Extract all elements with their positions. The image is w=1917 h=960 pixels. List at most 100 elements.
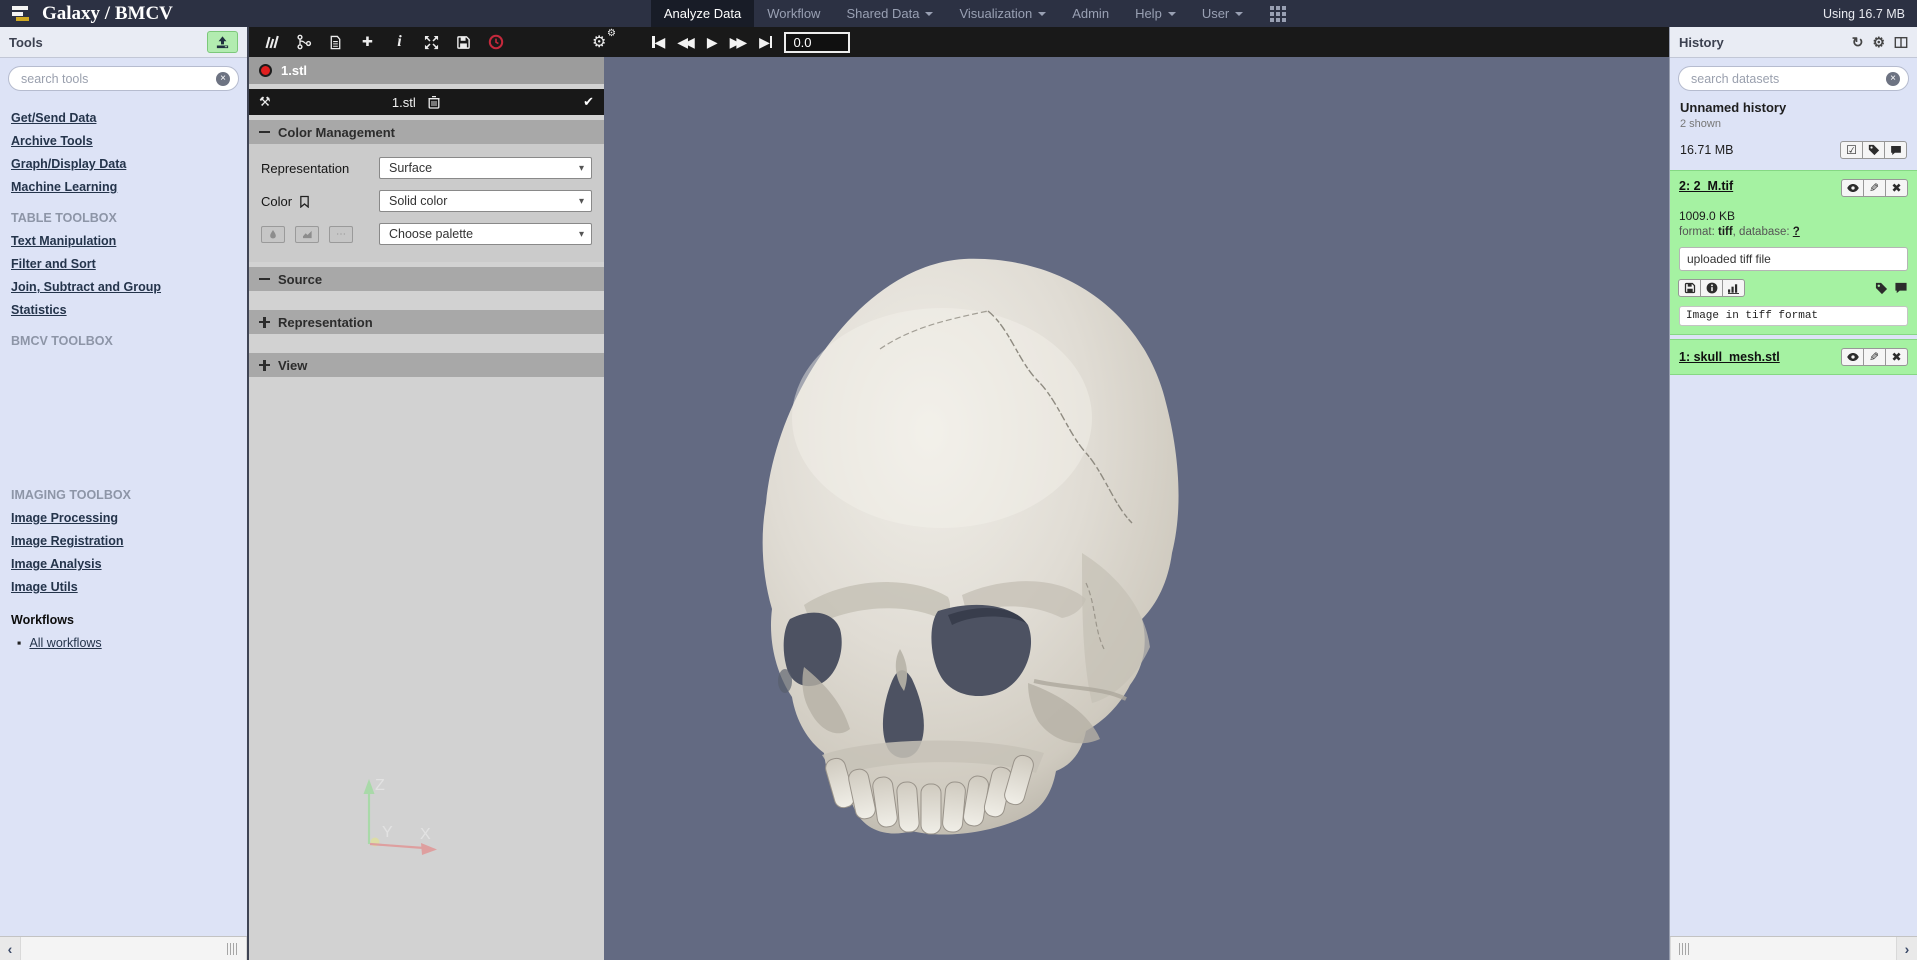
download-save-button[interactable] [1678, 279, 1701, 297]
area-chart-button[interactable] [295, 226, 319, 243]
history-meta: Unnamed history 2 shown 16.71 MB ☑ [1670, 95, 1917, 170]
dataset-size: 1009.0 KB [1679, 209, 1908, 223]
dataset-item-1[interactable]: 1: skull_mesh.stl ✎ ✖ [1670, 339, 1917, 375]
tools-search-clear-icon[interactable]: × [216, 72, 230, 86]
settings-gears-icon[interactable]: ⚙⚙ [592, 32, 616, 52]
all-workflows-link[interactable]: All workflows [17, 636, 236, 650]
tool-section-link[interactable]: Image Processing [11, 511, 236, 525]
color-mode-select[interactable]: Solid color [379, 190, 592, 212]
edit-pencil-button[interactable]: ✎ [1863, 179, 1886, 197]
skip-to-end-button[interactable]: ▶ [759, 35, 772, 49]
section-source[interactable]: Source [249, 267, 604, 291]
dataset-annotation-icon[interactable] [1894, 282, 1908, 294]
nav-shared-data[interactable]: Shared Data [833, 0, 946, 27]
droplet-button[interactable] [261, 226, 285, 243]
clock-icon[interactable] [487, 34, 504, 51]
upload-button[interactable] [207, 31, 238, 53]
time-value-input[interactable] [784, 32, 850, 53]
history-size: 16.71 MB [1680, 143, 1734, 157]
tool-section-link[interactable]: Archive Tools [11, 134, 236, 148]
history-options-gear-icon[interactable]: ⚙ [1872, 34, 1885, 51]
section-color-management[interactable]: Color Management [249, 120, 604, 144]
charts-icon[interactable] [263, 34, 280, 51]
nav-user[interactable]: User [1189, 0, 1256, 27]
more-options-button[interactable]: ⋯ [329, 226, 353, 243]
bookmark-icon[interactable] [299, 195, 310, 208]
fast-forward-button[interactable]: ▶▶ [730, 35, 748, 49]
tool-section-link[interactable]: Statistics [11, 303, 236, 317]
document-icon[interactable] [327, 34, 344, 51]
tools-footer-track[interactable] [20, 937, 247, 960]
section-representation[interactable]: Representation [249, 310, 604, 334]
refresh-icon[interactable]: ↻ [1852, 34, 1864, 51]
tool-section-link[interactable]: Image Utils [11, 580, 236, 594]
rewind-button[interactable]: ◀◀ [677, 35, 695, 49]
axis-y-label: Y [382, 824, 393, 841]
resize-grip[interactable] [1679, 943, 1690, 955]
history-shown-count: 2 shown [1680, 118, 1907, 130]
history-search-input[interactable] [1678, 66, 1909, 91]
display-eye-button[interactable] [1841, 179, 1864, 197]
annotation-button[interactable] [1884, 141, 1907, 159]
collapse-tools-panel-button[interactable]: ‹ [0, 937, 20, 960]
nav-workflow[interactable]: Workflow [754, 0, 833, 27]
application-window: Galaxy / BMCV Analyze Data Workflow Shar… [0, 0, 1917, 960]
history-name[interactable]: Unnamed history [1680, 100, 1907, 115]
tools-search-input[interactable] [8, 66, 239, 91]
workflows-heading: Workflows [11, 613, 236, 627]
tool-section-link[interactable]: Get/Send Data [11, 111, 236, 125]
tool-section-link[interactable]: Machine Learning [11, 180, 236, 194]
selected-dataset-row[interactable]: ⚒ 1.stl ✔ [249, 89, 604, 115]
trash-icon[interactable] [428, 95, 440, 109]
multi-view-columns-icon[interactable] [1894, 36, 1908, 49]
history-footer-track[interactable] [1670, 937, 1897, 960]
add-icon[interactable]: ✚ [359, 34, 376, 51]
save-icon[interactable] [455, 34, 472, 51]
dataset-title-link[interactable]: 1: skull_mesh.stl [1679, 350, 1780, 364]
brand[interactable]: Galaxy / BMCV [0, 0, 183, 27]
tags-button[interactable] [1862, 141, 1885, 159]
tools-panel-header: Tools [0, 27, 247, 58]
visualize-chart-button[interactable] [1722, 279, 1745, 297]
info-icon[interactable]: i [391, 34, 408, 51]
nav-help[interactable]: Help [1122, 0, 1189, 27]
display-eye-button[interactable] [1841, 348, 1864, 366]
hierarchy-icon[interactable] [295, 34, 312, 51]
section-gap [249, 334, 604, 348]
tools-list: Get/Send Data Archive Tools Graph/Displa… [0, 95, 247, 657]
nav-analyze-data[interactable]: Analyze Data [651, 0, 754, 27]
skip-to-start-button[interactable]: ◀ [652, 35, 665, 49]
center-column: ✚ i ⚙⚙ ◀ ◀◀ ▶ ▶▶ [247, 27, 1669, 960]
dataset-title-link[interactable]: 2: 2_M.tif [1679, 179, 1733, 193]
apps-grid-icon[interactable] [1270, 6, 1286, 22]
palette-select[interactable]: Choose palette [379, 223, 592, 245]
resize-grip[interactable] [227, 943, 238, 955]
expand-icon [259, 360, 270, 371]
3d-viewport[interactable] [604, 57, 1669, 960]
tool-section-link[interactable]: Text Manipulation [11, 234, 236, 248]
dataset-tags-icon[interactable] [1875, 282, 1888, 295]
play-button[interactable]: ▶ [707, 35, 718, 49]
dataset-item-2[interactable]: 2: 2_M.tif ✎ ✖ 1009.0 KB format: tiff, d… [1670, 170, 1917, 335]
delete-x-button[interactable]: ✖ [1885, 348, 1908, 366]
fullscreen-icon[interactable] [423, 34, 440, 51]
database-link[interactable]: ? [1793, 226, 1800, 238]
select-items-button[interactable]: ☑ [1840, 141, 1863, 159]
axis-x-label: X [420, 826, 431, 843]
nav-visualization[interactable]: Visualization [946, 0, 1059, 27]
section-view[interactable]: View [249, 353, 604, 377]
representation-select[interactable]: Surface [379, 157, 592, 179]
collapse-history-panel-button[interactable]: › [1897, 937, 1917, 960]
tools-wrench-icon[interactable]: ⚒ [259, 94, 271, 110]
edit-pencil-button[interactable]: ✎ [1863, 348, 1886, 366]
tool-section-link[interactable]: Image Registration [11, 534, 236, 548]
tool-section-link[interactable]: Image Analysis [11, 557, 236, 571]
history-search-clear-icon[interactable]: × [1886, 72, 1900, 86]
dataset-tab[interactable]: 1.stl [249, 57, 604, 84]
dataset-info-button[interactable] [1700, 279, 1723, 297]
tool-section-link[interactable]: Join, Subtract and Group [11, 280, 236, 294]
tool-section-link[interactable]: Graph/Display Data [11, 157, 236, 171]
nav-admin[interactable]: Admin [1059, 0, 1122, 27]
tool-section-link[interactable]: Filter and Sort [11, 257, 236, 271]
delete-x-button[interactable]: ✖ [1885, 179, 1908, 197]
